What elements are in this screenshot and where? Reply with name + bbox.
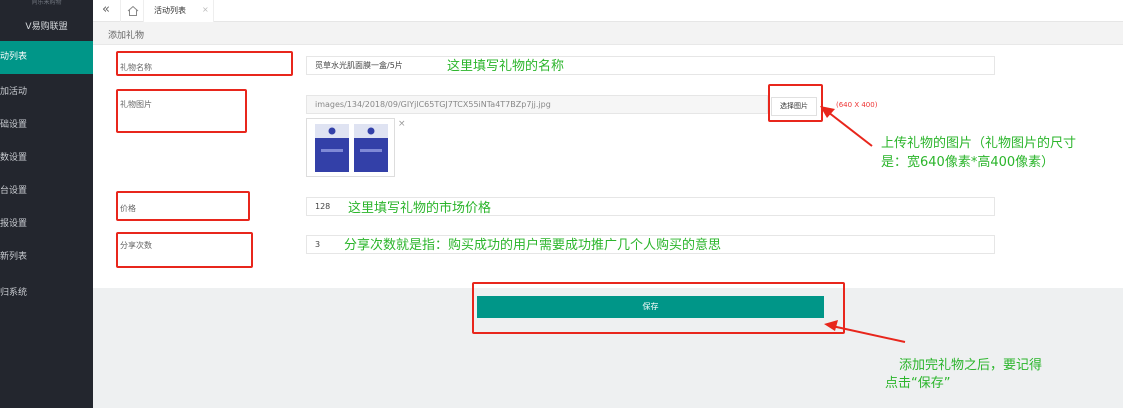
annotation-note-save-line2: 点击“保存”: [885, 376, 951, 391]
arrow-to-save-button: [831, 325, 906, 343]
annotation-note-image-line1: 上传礼物的图片（礼物图片的尺寸: [881, 136, 1077, 151]
arrow-head-save-button: [824, 320, 838, 331]
annotation-note-price: 这里填写礼物的市场价格: [348, 201, 492, 216]
arrow-to-choose-image: [827, 111, 873, 147]
annotation-note-name: 这里填写礼物的名称: [447, 59, 565, 74]
annotation-note-save-line1: 添加完礼物之后，要记得: [899, 358, 1043, 373]
annotation-note-share: 分享次数就是指：购买成功的用户需要成功推广几个人购买的意思: [344, 238, 722, 253]
annotation-note-image-line2: 是：宽640像素*高400像素）: [881, 155, 1055, 170]
